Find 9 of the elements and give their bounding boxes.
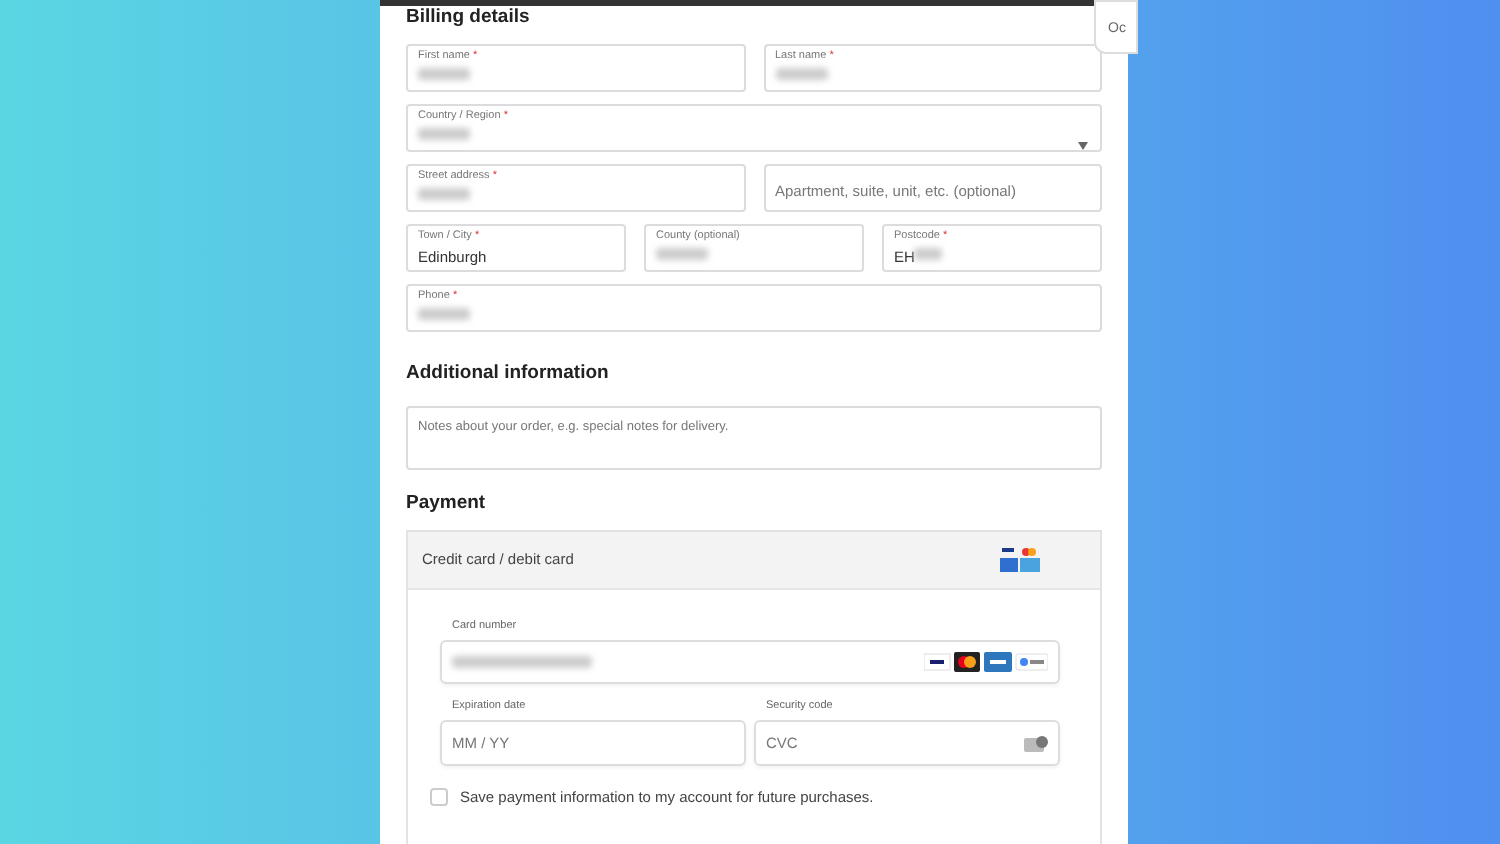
card-number-field[interactable]: [440, 640, 1060, 684]
section-heading: Additional information: [406, 360, 611, 389]
card-icon: [1000, 546, 1040, 573]
caret-icon: [1078, 142, 1088, 151]
checkbox[interactable]: [430, 788, 448, 807]
section-heading: Payment: [406, 489, 488, 517]
section-heading: Billing details: [406, 4, 532, 32]
card-brands-icon: [924, 652, 1048, 672]
cvc-icon: [1024, 735, 1048, 752]
